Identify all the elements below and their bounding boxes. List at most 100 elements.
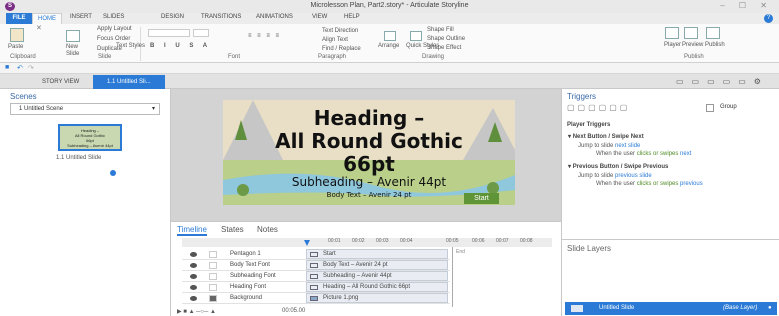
preview-icon[interactable] xyxy=(684,27,698,39)
tick-label: 00:03 xyxy=(376,238,389,244)
text-direction-button[interactable]: Text Direction xyxy=(322,28,358,34)
link[interactable]: previous xyxy=(678,181,703,187)
tab-file[interactable]: FILE xyxy=(6,13,32,24)
paste-button[interactable]: Paste xyxy=(8,44,23,50)
redo-icon[interactable]: ↷ xyxy=(28,64,34,72)
trigger-toolbar-icons[interactable]: ▢▢▢▢▢▢ xyxy=(567,103,630,112)
player-button[interactable]: Player xyxy=(664,42,681,48)
publish-icon[interactable] xyxy=(706,27,720,39)
slide-heading-line-2[interactable]: All Round Gothic xyxy=(223,129,515,153)
tab-help[interactable]: HELP xyxy=(344,14,360,20)
base-layer-row[interactable]: Untitled Slide (Base Layer) ● xyxy=(565,302,777,315)
group-checkbox[interactable] xyxy=(706,104,714,112)
link[interactable]: previous slide xyxy=(615,173,652,179)
tab-design[interactable]: DESIGN xyxy=(161,14,184,20)
lock-icon[interactable] xyxy=(209,284,217,291)
new-slide-icon[interactable] xyxy=(66,30,80,42)
shape-outline-button[interactable]: Shape Outline xyxy=(427,36,465,42)
format-buttons[interactable]: B I U S A xyxy=(150,43,211,49)
timeline-row[interactable]: Pentagon 1 Start xyxy=(182,249,450,260)
timeline-row[interactable]: Background Picture 1.png xyxy=(182,293,450,304)
lock-icon[interactable] xyxy=(209,295,217,302)
trigger-next-condition[interactable]: When the user clicks or swipes next xyxy=(596,151,691,157)
link[interactable]: clicks or swipes xyxy=(637,151,679,157)
timeline-bar[interactable]: Subheading – Avenir 44pt xyxy=(306,271,448,281)
find-replace-button[interactable]: Find / Replace xyxy=(322,46,361,52)
start-button[interactable]: Start xyxy=(464,193,499,204)
slide-heading-line-3[interactable]: 66pt xyxy=(223,152,515,176)
paragraph-format-icons[interactable]: ≡ ≡ ≡ ≡ xyxy=(248,33,281,39)
timeline-bar[interactable]: Start xyxy=(306,249,448,259)
eye-icon[interactable] xyxy=(190,252,197,257)
timeline-row[interactable]: Heading Font Heading – All Round Gothic 6… xyxy=(182,282,450,293)
trigger-prev-action[interactable]: Jump to slide previous slide xyxy=(578,173,652,179)
eye-icon[interactable] xyxy=(190,274,197,279)
trigger-prev-head[interactable]: ▾ Previous Button / Swipe Previous xyxy=(568,163,668,170)
eye-icon[interactable]: ● xyxy=(768,302,772,315)
tab-states[interactable]: States xyxy=(221,225,244,234)
save-icon[interactable]: ■ xyxy=(5,64,9,71)
quick-access-toolbar xyxy=(0,63,779,74)
timeline-bar[interactable]: Heading – All Round Gothic 66pt xyxy=(306,282,448,292)
tab-animations[interactable]: ANIMATIONS xyxy=(256,14,293,20)
paste-icon[interactable] xyxy=(10,28,24,42)
timeline-row[interactable]: Subheading Font Subheading – Avenir 44pt xyxy=(182,271,450,282)
slide-thumbnail[interactable]: Heading – All Round Gothic 66pt Subheadi… xyxy=(58,124,122,151)
cut-icon[interactable]: ✕ xyxy=(36,25,42,32)
lock-icon[interactable] xyxy=(209,262,217,269)
focus-order-button[interactable]: Focus Order xyxy=(97,36,130,42)
end-marker[interactable] xyxy=(452,247,453,307)
slide-heading-line-1[interactable]: Heading – xyxy=(223,106,515,130)
group-label-paragraph: Paragraph xyxy=(318,54,347,60)
tab-view[interactable]: VIEW xyxy=(312,14,327,20)
timeline-controls[interactable]: ▶ ■ ▲ ─○─ ▲ xyxy=(177,308,216,315)
eye-icon[interactable] xyxy=(190,296,197,301)
undo-icon[interactable]: ↶ xyxy=(17,64,23,72)
layer-name: Background xyxy=(230,295,263,301)
eye-icon[interactable] xyxy=(190,263,197,268)
tab-current-slide[interactable]: 1.1 Untitled Sli... xyxy=(93,75,165,89)
shape-fill-button[interactable]: Shape Fill xyxy=(427,27,454,33)
eye-icon[interactable] xyxy=(190,285,197,290)
preview-button[interactable]: Preview xyxy=(682,42,703,48)
timeline-ruler[interactable]: 00:01 00:02 00:03 00:04 00:05 00:06 00:0… xyxy=(182,238,552,247)
align-text-button[interactable]: Align Text xyxy=(322,37,348,43)
publish-button[interactable]: Publish xyxy=(705,42,725,48)
slide-subheading[interactable]: Subheading – Avenir 44pt xyxy=(223,175,515,189)
arrange-button[interactable]: Arrange xyxy=(378,43,399,49)
arrange-icon[interactable] xyxy=(384,31,396,41)
timeline-row[interactable]: Body Text Font Body Text – Avenir 24 pt xyxy=(182,260,450,271)
lock-icon[interactable] xyxy=(209,251,217,258)
new-slide-button[interactable]: New Slide xyxy=(66,44,88,58)
lock-icon[interactable] xyxy=(209,273,217,280)
trigger-prev-condition[interactable]: When the user clicks or swipes previous xyxy=(596,181,703,187)
link[interactable]: next slide xyxy=(615,143,640,149)
text-styles-button[interactable]: Text Styles xyxy=(116,43,145,49)
timeline-bar[interactable]: Body Text – Avenir 24 pt xyxy=(306,260,448,270)
apply-layout-button[interactable]: Apply Layout xyxy=(97,26,132,32)
font-family-select[interactable] xyxy=(148,29,190,37)
tab-transitions[interactable]: TRANSITIONS xyxy=(201,14,241,20)
player-icon[interactable] xyxy=(665,27,679,39)
tick-label: 00:08 xyxy=(520,238,533,244)
tab-notes[interactable]: Notes xyxy=(257,225,278,234)
scene-select[interactable]: 1 Untitled Scene ▾ xyxy=(10,103,160,115)
slide-layers-title: Slide Layers xyxy=(567,244,612,253)
link[interactable]: next xyxy=(678,151,691,157)
tab-insert[interactable]: INSERT xyxy=(70,14,92,20)
tab-timeline[interactable]: Timeline xyxy=(177,225,207,236)
timeline-bar[interactable]: Picture 1.png xyxy=(306,293,448,303)
quick-styles-icon[interactable] xyxy=(410,31,422,41)
link[interactable]: clicks or swipes xyxy=(637,181,679,187)
trigger-next-head[interactable]: ▾ Next Button / Swipe Next xyxy=(568,133,644,140)
layout-view-icons[interactable]: ▭▭▭▭▭⚙ xyxy=(676,77,769,86)
tab-home[interactable]: HOME xyxy=(32,13,62,24)
help-icon[interactable]: ? xyxy=(764,14,773,23)
window-controls[interactable]: – ☐ ✕ xyxy=(720,1,773,10)
trigger-next-action[interactable]: Jump to slide next slide xyxy=(578,143,640,149)
shape-effect-button[interactable]: Shape Effect xyxy=(427,45,461,51)
tab-story-view[interactable]: STORY VIEW xyxy=(28,76,88,88)
slide-canvas[interactable]: Heading – All Round Gothic 66pt Subheadi… xyxy=(223,100,515,205)
tab-slides[interactable]: SLIDES xyxy=(103,14,124,20)
font-size-select[interactable] xyxy=(193,29,209,37)
